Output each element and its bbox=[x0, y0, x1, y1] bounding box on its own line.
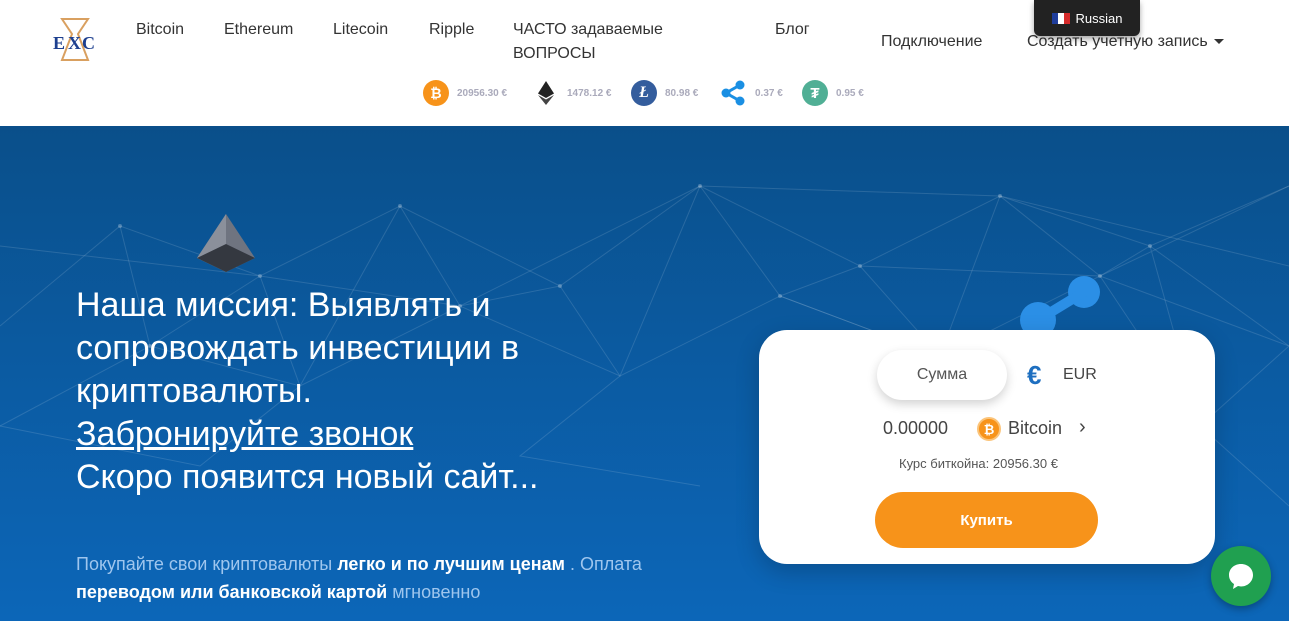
buy-widget: Сумма € EUR 0.00000 ₿ Bitcoin › Курс бит… bbox=[759, 330, 1215, 564]
nav-blog[interactable]: Блог bbox=[775, 18, 810, 42]
hero-sub-text: мгновенно bbox=[387, 582, 481, 602]
litecoin-icon: Ł bbox=[631, 80, 657, 106]
site-header: E X C Bitcoin Ethereum Litecoin Ripple Ч… bbox=[0, 0, 1289, 126]
caret-down-icon bbox=[1213, 39, 1224, 45]
crypto-amount: 0.00000 bbox=[883, 418, 949, 438]
hero-sub-bold: переводом или банковской картой bbox=[76, 582, 388, 602]
ticker-litecoin: Ł 80.98 € bbox=[631, 80, 698, 106]
bitcoin-icon: ₿ bbox=[423, 80, 449, 106]
language-selector[interactable]: Russian bbox=[1034, 0, 1140, 36]
ticker-ripple: 0.37 € bbox=[721, 80, 783, 106]
tether-icon: ₮ bbox=[802, 80, 828, 106]
buy-button[interactable]: Купить bbox=[875, 492, 1098, 548]
ticker-ethereum: 1478.12 € bbox=[533, 80, 612, 106]
ripple-icon bbox=[721, 80, 745, 106]
euro-icon[interactable]: € bbox=[1027, 360, 1041, 390]
hero-sub-bold: легко и по лучшим ценам bbox=[337, 554, 565, 574]
ticker-price: 20956.30 € bbox=[457, 87, 508, 99]
exc-logo-icon[interactable]: E X C bbox=[52, 16, 98, 64]
hero-sub-text: Покупайте свои криптовалюты bbox=[76, 554, 338, 574]
hero-subtitle: Покупайте свои криптовалюты легко и по л… bbox=[76, 550, 696, 606]
hero-title-line: сопровождать инвестиции в bbox=[76, 329, 520, 367]
nav-ethereum[interactable]: Ethereum bbox=[224, 18, 293, 42]
hero-title-line: Наша миссия: Выявлять и bbox=[76, 286, 491, 324]
nav-bitcoin[interactable]: Bitcoin bbox=[136, 18, 184, 42]
ticker-tether: ₮ 0.95 € bbox=[802, 80, 864, 106]
svg-text:X: X bbox=[68, 33, 81, 53]
svg-text:E: E bbox=[53, 33, 65, 53]
ticker-price: 1478.12 € bbox=[567, 87, 612, 99]
book-call-link[interactable]: Забронируйте звонок bbox=[76, 413, 696, 456]
amount-input[interactable]: Сумма bbox=[877, 350, 1007, 400]
hero-section: Наша миссия: Выявлять и сопровождать инв… bbox=[0, 126, 1289, 621]
hero-title: Наша миссия: Выявлять и сопровождать инв… bbox=[76, 284, 696, 499]
nav-litecoin[interactable]: Litecoin bbox=[333, 18, 388, 42]
hero-title-line: криптовалюты. bbox=[76, 372, 312, 410]
exchange-rate: Курс биткойна: 20956.30 € bbox=[899, 456, 1058, 471]
hero-title-line: Скоро появится новый сайт... bbox=[76, 458, 539, 496]
crypto-selector[interactable]: Bitcoin bbox=[1008, 418, 1062, 439]
svg-text:C: C bbox=[82, 33, 95, 53]
ticker-price: 80.98 € bbox=[665, 87, 699, 99]
bitcoin-icon: ₿ bbox=[977, 417, 1001, 441]
chat-button[interactable] bbox=[1211, 546, 1271, 606]
ticker-bitcoin: ₿ 20956.30 € bbox=[423, 80, 507, 106]
french-flag-icon bbox=[1051, 12, 1070, 24]
ticker-price: 0.95 € bbox=[836, 87, 864, 99]
chat-bubble-icon bbox=[1229, 564, 1253, 589]
language-label: Russian bbox=[1075, 10, 1123, 26]
chevron-right-icon[interactable]: › bbox=[1079, 416, 1086, 439]
ethereum-icon bbox=[538, 81, 554, 105]
ethereum-decoration-icon bbox=[197, 214, 255, 272]
login-link[interactable]: Подключение bbox=[881, 30, 982, 54]
nav-ripple[interactable]: Ripple bbox=[429, 18, 474, 42]
currency-label[interactable]: EUR bbox=[1063, 366, 1097, 384]
nav-faq[interactable]: ЧАСТО задаваемые ВОПРОСЫ bbox=[513, 18, 683, 66]
hero-sub-text: . Оплата bbox=[564, 554, 642, 574]
ticker-price: 0.37 € bbox=[755, 87, 783, 99]
ripple-decoration-icon bbox=[1020, 276, 1100, 330]
